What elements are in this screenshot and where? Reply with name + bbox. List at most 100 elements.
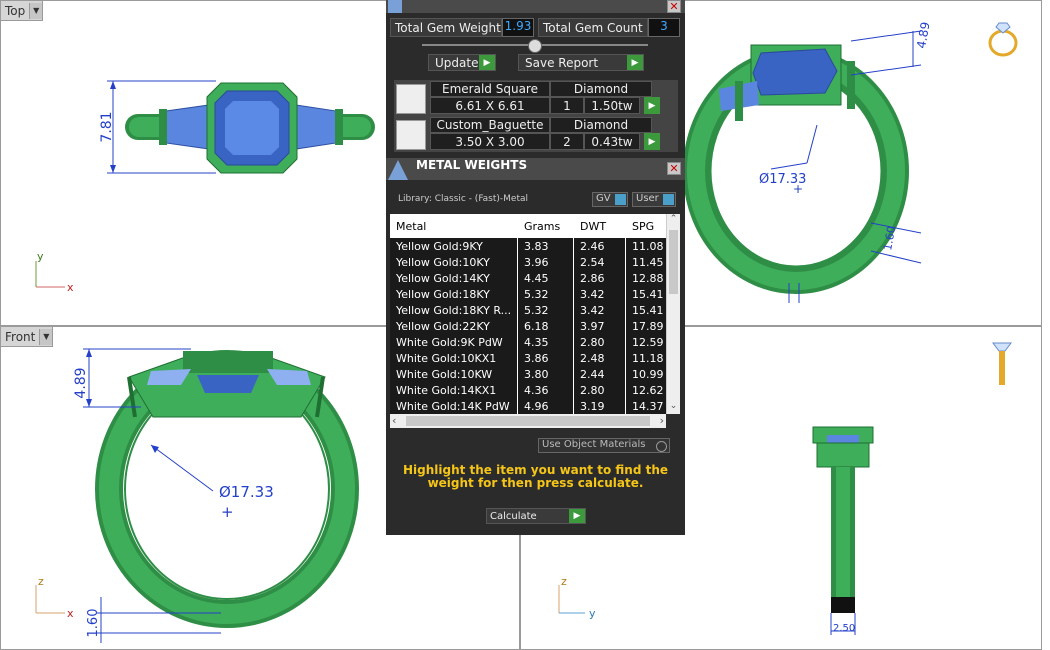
play-icon[interactable]: ▶ <box>644 97 660 114</box>
table-cell: 3.86 <box>518 350 574 366</box>
table-cell: 3.19 <box>574 398 626 414</box>
gv-toggle[interactable]: GV <box>592 192 628 207</box>
table-cell: 3.80 <box>518 366 574 382</box>
right-dim-width: 2.50 <box>833 623 855 634</box>
gem-size: 6.61 X 6.61 <box>430 97 550 114</box>
metal-weights-table[interactable]: Metal Grams DWT SPG Yellow Gold:9KY 3.83 2… <box>390 214 680 414</box>
front-dim-band: 1.60 <box>86 609 101 638</box>
table-cell: 2.54 <box>574 254 626 270</box>
ring-preview-icon[interactable] <box>981 15 1025 59</box>
table-cell: 3.97 <box>574 318 626 334</box>
table-row[interactable]: Yellow Gold:10KY 3.96 2.54 11.45 <box>390 254 666 270</box>
instruction-text: Highlight the item you want to find the … <box>402 463 669 490</box>
chevron-right-icon[interactable]: › <box>660 414 664 427</box>
table-cell: 5.32 <box>518 286 574 302</box>
table-cell: White Gold:9K PdW <box>390 334 518 350</box>
table-cell: Yellow Gold:18KY <box>390 286 518 302</box>
table-horizontal-scrollbar[interactable]: ‹ › <box>390 414 666 428</box>
table-cell: 2.86 <box>574 270 626 286</box>
update-button[interactable]: Update ▶ <box>428 54 496 71</box>
column-header[interactable]: SPG <box>626 214 666 238</box>
table-cell: 11.18 <box>632 351 664 365</box>
chevron-left-icon[interactable]: ‹ <box>392 414 396 427</box>
gem-size: 3.50 X 3.00 <box>430 133 550 150</box>
top-axis-y: y <box>37 250 44 263</box>
table-cell: Yellow Gold:10KY <box>390 254 518 270</box>
play-icon: ▶ <box>627 55 643 70</box>
persp-dim-height: 4.89 <box>914 21 932 50</box>
use-object-materials-label: Use Object Materials <box>542 439 646 450</box>
column-header[interactable]: DWT <box>574 214 626 238</box>
gv-label: GV <box>596 193 611 204</box>
close-icon[interactable]: ✕ <box>667 0 681 13</box>
column-header[interactable]: Grams <box>518 214 574 238</box>
table-cell: White Gold:10KX1 <box>390 350 518 366</box>
gem-panel-titlebar[interactable]: ✕ <box>386 0 685 13</box>
table-row[interactable]: Yellow Gold:9KY 3.83 2.46 11.08 <box>390 238 666 254</box>
gem-count: 2 <box>550 133 584 150</box>
gem-row[interactable]: Emerald Square Diamond 6.61 X 6.61 1 1.5… <box>394 80 678 116</box>
table-row[interactable]: Yellow Gold:18KY R... 5.32 3.42 15.41 <box>390 302 666 318</box>
front-dim-height: 4.89 <box>73 367 89 398</box>
table-cell: 11.08 <box>632 239 664 253</box>
chevron-up-icon[interactable]: ⌃ <box>667 214 680 227</box>
table-row[interactable]: White Gold:14K PdW 4.96 3.19 14.37 <box>390 398 666 414</box>
table-cell: 12.59 <box>632 335 664 349</box>
table-cell: 3.83 <box>518 238 574 254</box>
top-dim-height: 7.81 <box>99 111 115 142</box>
baguette-gem-icon <box>396 120 426 150</box>
total-gem-weight-field[interactable]: 1.93 <box>502 18 534 37</box>
metal-weights-titlebar[interactable]: METAL WEIGHTS ✕ <box>386 158 685 180</box>
use-object-materials-option[interactable]: Use Object Materials <box>538 438 670 453</box>
calculate-button[interactable]: Calculate ▶ <box>486 508 586 524</box>
radio-icon <box>656 441 667 452</box>
chevron-down-icon[interactable]: ⌄ <box>667 401 680 414</box>
front-axis-x: x <box>67 607 74 620</box>
gem-material: Diamond <box>550 117 652 133</box>
gem-row[interactable]: Custom_Baguette Diamond 3.50 X 3.00 2 0.… <box>394 116 678 152</box>
save-report-button[interactable]: Save Report ▶ <box>518 54 644 71</box>
table-row[interactable]: Yellow Gold:22KY 6.18 3.97 17.89 <box>390 318 666 334</box>
table-cell: 5.32 <box>518 302 574 318</box>
play-icon[interactable]: ▶ <box>644 133 660 150</box>
gem-weight: 0.43tw <box>584 133 640 150</box>
close-icon[interactable]: ✕ <box>667 162 681 175</box>
metal-weights-icon <box>388 160 408 180</box>
play-icon: ▶ <box>479 55 495 70</box>
front-axis-z: z <box>38 575 44 588</box>
table-cell: 15.41 <box>632 287 664 301</box>
table-cell: 4.96 <box>518 398 574 414</box>
svg-text:+: + <box>221 503 234 521</box>
table-cell: 6.18 <box>518 318 574 334</box>
gem-report-panel: ✕ Total Gem Weight 1.93 Total Gem Count … <box>386 0 685 160</box>
table-cell: White Gold:14KX1 <box>390 382 518 398</box>
gem-panel-icon <box>388 0 402 13</box>
table-cell: White Gold:14K PdW <box>390 398 518 414</box>
table-cell: 2.80 <box>574 334 626 350</box>
table-cell: 12.62 <box>632 383 664 397</box>
table-cell: 2.46 <box>574 238 626 254</box>
total-gem-count-field[interactable]: 3 <box>648 18 680 37</box>
calculate-button-label: Calculate <box>490 510 537 522</box>
metal-weights-title: METAL WEIGHTS <box>416 158 528 172</box>
table-cell: Yellow Gold:14KY <box>390 270 518 286</box>
slider-handle[interactable] <box>528 39 542 53</box>
table-cell: Yellow Gold:22KY <box>390 318 518 334</box>
table-row[interactable]: Yellow Gold:14KY 4.45 2.86 12.88 <box>390 270 666 286</box>
save-report-button-label: Save Report <box>525 55 599 70</box>
table-vertical-scrollbar[interactable]: ⌃ ⌄ <box>666 214 680 414</box>
emerald-gem-icon <box>396 84 426 114</box>
ring-side-icon[interactable] <box>987 339 1017 389</box>
scrollbar-thumb[interactable] <box>669 230 678 294</box>
user-toggle[interactable]: User <box>632 192 676 207</box>
total-gem-count-label: Total Gem Count <box>538 18 648 37</box>
table-row[interactable]: White Gold:10KX1 3.86 2.48 11.18 <box>390 350 666 366</box>
table-row[interactable]: White Gold:9K PdW 4.35 2.80 12.59 <box>390 334 666 350</box>
table-row[interactable]: White Gold:10KW 3.80 2.44 10.99 <box>390 366 666 382</box>
scrollbar-thumb[interactable] <box>406 416 650 426</box>
right-axis-y: y <box>589 607 596 620</box>
table-row[interactable]: White Gold:14KX1 4.36 2.80 12.62 <box>390 382 666 398</box>
table-row[interactable]: Yellow Gold:18KY 5.32 3.42 15.41 <box>390 286 666 302</box>
column-header[interactable]: Metal <box>390 214 518 238</box>
front-dim-diameter: Ø17.33 <box>219 483 274 501</box>
